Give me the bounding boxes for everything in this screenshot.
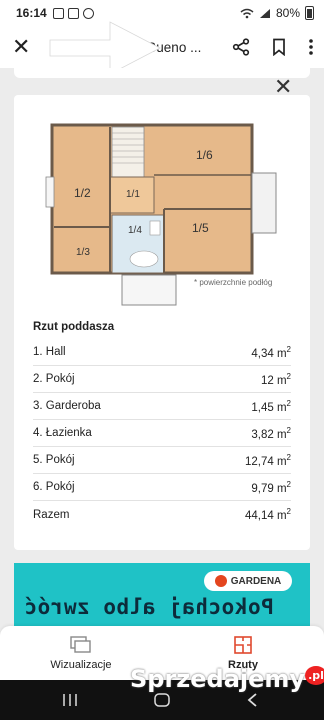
gardena-logo-icon	[214, 575, 227, 587]
page-background-strip	[14, 68, 310, 78]
room-area: 4,34 m2	[251, 344, 291, 360]
watermark-suffix: .pl	[305, 666, 324, 685]
status-right: 80%	[240, 6, 314, 20]
wifi-icon	[240, 8, 254, 18]
close-icon[interactable]: ✕	[12, 34, 36, 60]
room-name: 1. Hall	[33, 346, 66, 358]
room-label-2: 1/2	[74, 186, 91, 200]
app-notification-icon	[82, 7, 94, 19]
total-area: 44,14 m2	[244, 507, 291, 522]
signal-icon	[259, 8, 270, 18]
gallery-notification-icon	[52, 7, 64, 19]
room-area: 12 m2	[260, 371, 291, 387]
watermark-text: Sprzedajemy	[130, 665, 306, 693]
bookmark-icon[interactable]	[272, 38, 286, 56]
message-notification-icon	[67, 7, 79, 19]
gallery-icon	[70, 635, 91, 653]
room-name: 6. Pokój	[33, 481, 75, 493]
gardena-brand: GARDENA	[230, 575, 282, 587]
rooms-list: 1. Hall 4,34 m2 2. Pokój 12 m2 3. Garderob…	[33, 339, 291, 528]
battery-icon	[305, 6, 314, 20]
list-item: 5. Pokój 12,74 m2	[33, 447, 291, 474]
list-item: 4. Łazienka 3,82 m2	[33, 420, 291, 447]
plan-caption: * powierzchnie podłóg	[194, 278, 272, 287]
more-vert-icon[interactable]	[308, 38, 314, 56]
room-name: 2. Pokój	[33, 373, 75, 385]
floor-plan-icon	[234, 635, 252, 654]
room-area: 9,79 m2	[251, 479, 291, 495]
floor-plan-card: 1/1 1/2 1/3 1/4 1/5 1/6 * powierzchnie p…	[14, 95, 310, 550]
modal-close-icon[interactable]: ✕	[274, 74, 292, 100]
home-icon[interactable]	[154, 693, 170, 707]
tab-wizualizacje-label: Wizualizacje	[50, 658, 112, 671]
total-row: Razem 44,14 m2	[33, 501, 291, 528]
list-item: 2. Pokój 12 m2	[33, 366, 291, 393]
room-label-1: 1/1	[126, 189, 140, 200]
watermark: Sprzedajemy .pl	[130, 665, 324, 693]
room-name: 5. Pokój	[33, 454, 75, 466]
room-label-3: 1/3	[76, 247, 90, 258]
room-label-6: 1/6	[196, 148, 213, 162]
room-label-4: 1/4	[128, 225, 142, 236]
room-name: 4. Łazienka	[33, 427, 92, 439]
gardena-logo: GARDENA	[204, 571, 292, 591]
recent-apps-icon[interactable]	[62, 693, 78, 707]
room-label-5: 1/5	[192, 221, 209, 235]
room-area: 3,82 m2	[251, 425, 291, 441]
list-item: 1. Hall 4,34 m2	[33, 339, 291, 366]
share-icon[interactable]	[232, 38, 250, 56]
total-label: Razem	[33, 508, 70, 521]
header-actions	[232, 38, 314, 56]
list-item: 3. Garderoba 1,45 m2	[33, 393, 291, 420]
notification-icons	[52, 7, 94, 19]
back-icon[interactable]	[246, 693, 260, 707]
room-area: 12,74 m2	[244, 452, 291, 468]
room-name: 3. Garderoba	[33, 400, 101, 412]
room-area: 1,45 m2	[251, 398, 291, 414]
banner-slogan: Pokochaj albo zwróć	[24, 595, 274, 619]
floor-plan-image[interactable]: 1/1 1/2 1/3 1/4 1/5 1/6 * powierzchnie p…	[44, 117, 284, 317]
status-time: 16:14	[16, 6, 47, 20]
battery-percent: 80%	[275, 6, 300, 20]
rooms-title: Rzut poddasza	[33, 321, 115, 333]
list-item: 6. Pokój 9,79 m2	[33, 474, 291, 501]
